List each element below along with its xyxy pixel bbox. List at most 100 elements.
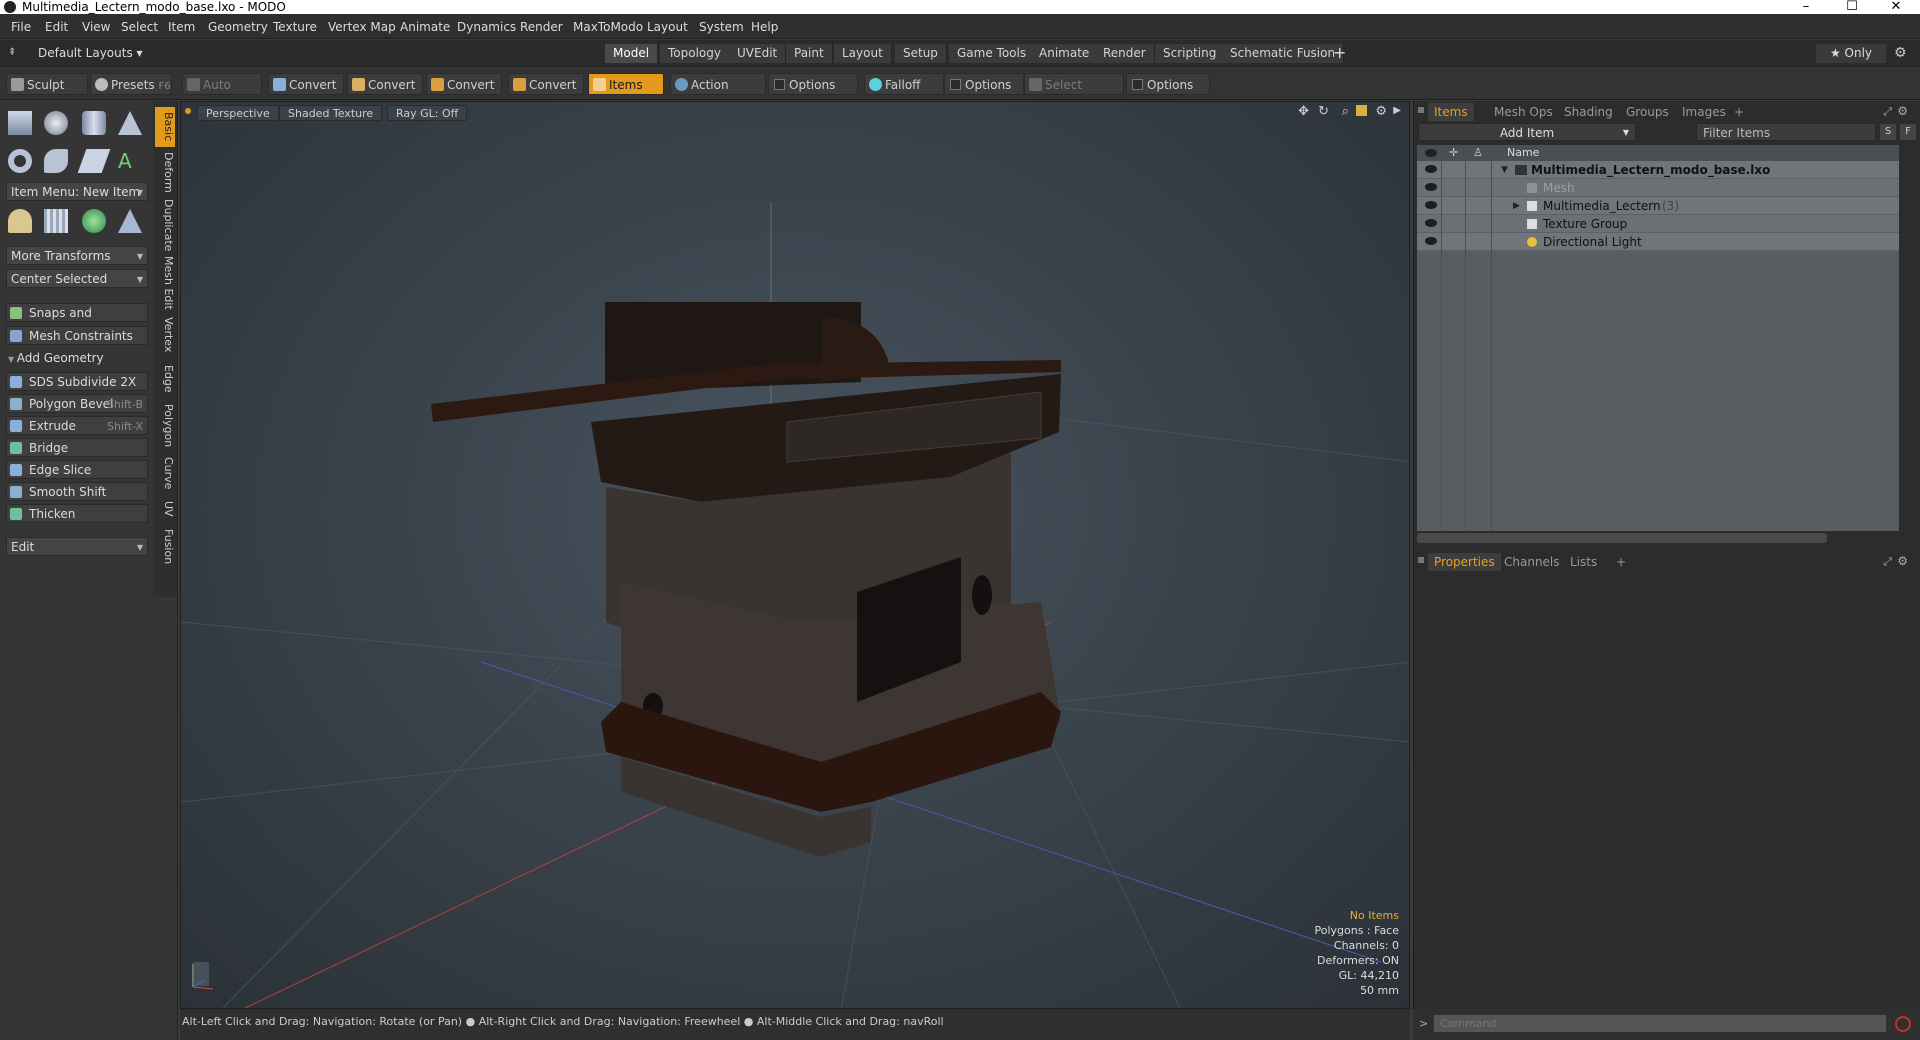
cylinder-icon[interactable] [82, 111, 106, 135]
menu-view[interactable]: View [82, 20, 110, 34]
convert-button-3[interactable]: Convert [426, 73, 502, 95]
menu-layout[interactable]: Layout [647, 20, 688, 34]
options-checkbox[interactable] [1132, 79, 1143, 90]
select-through-button[interactable]: Select Through [1024, 73, 1124, 114]
options-button-1[interactable]: Options [768, 73, 858, 95]
pyramid-icon[interactable] [118, 209, 142, 233]
tab-images[interactable]: Images [1676, 103, 1732, 121]
tab-properties[interactable]: Properties [1428, 553, 1501, 571]
expand-panel-icon[interactable]: ⤢ [1883, 555, 1892, 569]
tab-schematic-fusion[interactable]: Schematic Fusion [1222, 44, 1345, 63]
tab-model[interactable]: Model [605, 44, 659, 63]
add-tab-button[interactable]: + [1333, 43, 1346, 62]
menu-texture[interactable]: Texture [273, 20, 317, 34]
tab-paint[interactable]: Paint [786, 44, 833, 63]
tab-game-tools[interactable]: Game Tools [949, 44, 1036, 63]
name-column-header[interactable]: Name [1507, 145, 1539, 161]
snaps-precision-button[interactable]: Snaps and Precision [6, 303, 148, 339]
mesh-constraints-button[interactable]: Mesh Constraints [6, 326, 148, 345]
command-input[interactable] [1433, 1014, 1887, 1033]
more-transforms-dropdown[interactable]: More Transforms [6, 246, 148, 266]
tab-uvedit[interactable]: UVEdit [729, 44, 787, 63]
options-button-2[interactable]: Options [944, 73, 1024, 95]
expand-panel-icon[interactable]: ⤢ [1883, 105, 1892, 119]
maximize-icon[interactable]: ☐ [1832, 0, 1872, 14]
vtab-duplicate[interactable]: Duplicate [155, 197, 175, 253]
plane-icon[interactable] [77, 149, 111, 173]
tab-topology[interactable]: Topology [660, 44, 730, 63]
tab-render[interactable]: Render [1095, 44, 1155, 63]
capsule-icon[interactable] [44, 149, 68, 173]
falloff-button[interactable]: Falloff [864, 73, 944, 95]
tree-row[interactable]: Mesh [1417, 179, 1899, 197]
minimize-icon[interactable]: – [1786, 0, 1826, 14]
menu-geometry[interactable]: Geometry [208, 20, 268, 34]
menu-help[interactable]: Help [751, 20, 778, 34]
thicken-button[interactable]: Thicken [6, 504, 148, 523]
visibility-eye-icon[interactable] [1425, 165, 1437, 173]
panel-gear-icon[interactable]: ⚙ [1897, 104, 1908, 118]
vtab-mesh-edit[interactable]: Mesh Edit [155, 255, 175, 311]
vtab-fusion[interactable]: Fusion [155, 525, 175, 569]
visibility-eye-icon[interactable] [1425, 219, 1437, 227]
tab-groups[interactable]: Groups [1620, 103, 1675, 121]
cone-icon[interactable] [118, 111, 142, 135]
tree-row[interactable]: Directional Light [1417, 233, 1899, 251]
menu-animate[interactable]: Animate [400, 20, 450, 34]
layout-selector[interactable]: Default Layouts ▾ [38, 46, 143, 60]
menu-item[interactable]: Item [168, 20, 195, 34]
vtab-edge[interactable]: Edge [155, 359, 175, 399]
bridge-button[interactable]: Bridge [6, 438, 148, 457]
sds-subdivide-button[interactable]: SDS Subdivide 2X [6, 372, 148, 391]
tree-row[interactable]: ▼ Multimedia_Lectern_modo_base.lxo [1417, 161, 1899, 179]
filter-s-button[interactable]: S [1880, 124, 1896, 140]
add-item-dropdown[interactable]: Add Item ▼ [1418, 123, 1636, 141]
items-mode-button[interactable]: Items [588, 73, 664, 95]
vtab-uv[interactable]: UV [155, 495, 175, 523]
tab-layout[interactable]: Layout [834, 44, 892, 63]
vtab-vertex[interactable]: Vertex [155, 313, 175, 357]
options-checkbox[interactable] [950, 79, 961, 90]
auto-select-button[interactable]: Auto Select [182, 73, 262, 114]
layout-arrow-icon[interactable]: ⇞ [8, 47, 20, 59]
tab-scripting[interactable]: Scripting [1155, 44, 1226, 63]
menu-edit[interactable]: Edit [45, 20, 68, 34]
sculpt-button[interactable]: Sculpt [6, 73, 88, 95]
only-toggle[interactable]: ★ Only [1816, 44, 1886, 63]
menu-render[interactable]: Render [520, 20, 563, 34]
grid-icon[interactable] [44, 209, 68, 233]
convert-button-2[interactable]: Convert [347, 73, 423, 95]
add-geometry-header[interactable]: ▼ Add Geometry [8, 351, 104, 365]
menu-maxtomodo[interactable]: MaxToModo [573, 20, 643, 34]
tab-animate[interactable]: Animate [1031, 44, 1099, 63]
options-checkbox[interactable] [774, 79, 785, 90]
polygon-bevel-button[interactable]: Polygon Bevel Shift-B [6, 394, 148, 413]
tab-setup[interactable]: Setup [895, 44, 947, 63]
vtab-curve[interactable]: Curve [155, 453, 175, 493]
menu-dynamics[interactable]: Dynamics [457, 20, 516, 34]
expand-arrow-icon[interactable]: ▼ [1501, 161, 1508, 179]
convert-button-4[interactable]: Convert [508, 73, 584, 95]
cube-icon[interactable] [8, 111, 32, 135]
add-panel-tab-button[interactable]: + [1728, 103, 1750, 121]
edge-slice-button[interactable]: Edge Slice [6, 460, 148, 479]
sphere-icon[interactable] [44, 111, 68, 135]
menu-select[interactable]: Select [121, 20, 158, 34]
smooth-shift-button[interactable]: Smooth Shift [6, 482, 148, 501]
3d-viewport[interactable]: Perspective Shaded Texture Ray GL: Off ✥… [180, 101, 1410, 1009]
tree-row[interactable]: Texture Group [1417, 215, 1899, 233]
visibility-eye-icon[interactable] [1425, 183, 1437, 191]
close-icon[interactable]: ✕ [1876, 0, 1916, 14]
vtab-basic[interactable]: Basic [155, 107, 175, 147]
filter-items-input[interactable]: Filter Items [1696, 123, 1876, 141]
vtab-deform[interactable]: Deform [155, 149, 175, 195]
menu-vertex-map[interactable]: Vertex Map [328, 20, 396, 34]
options-button-3[interactable]: Options [1126, 73, 1210, 95]
tab-items[interactable]: Items [1428, 103, 1474, 121]
tab-shading[interactable]: Shading [1558, 103, 1619, 121]
horizontal-scrollbar[interactable] [1417, 533, 1827, 543]
globe-icon[interactable] [82, 209, 106, 233]
transform-icon[interactable] [8, 209, 32, 233]
convert-button-1[interactable]: Convert [268, 73, 344, 95]
text-icon[interactable]: A [118, 149, 142, 173]
